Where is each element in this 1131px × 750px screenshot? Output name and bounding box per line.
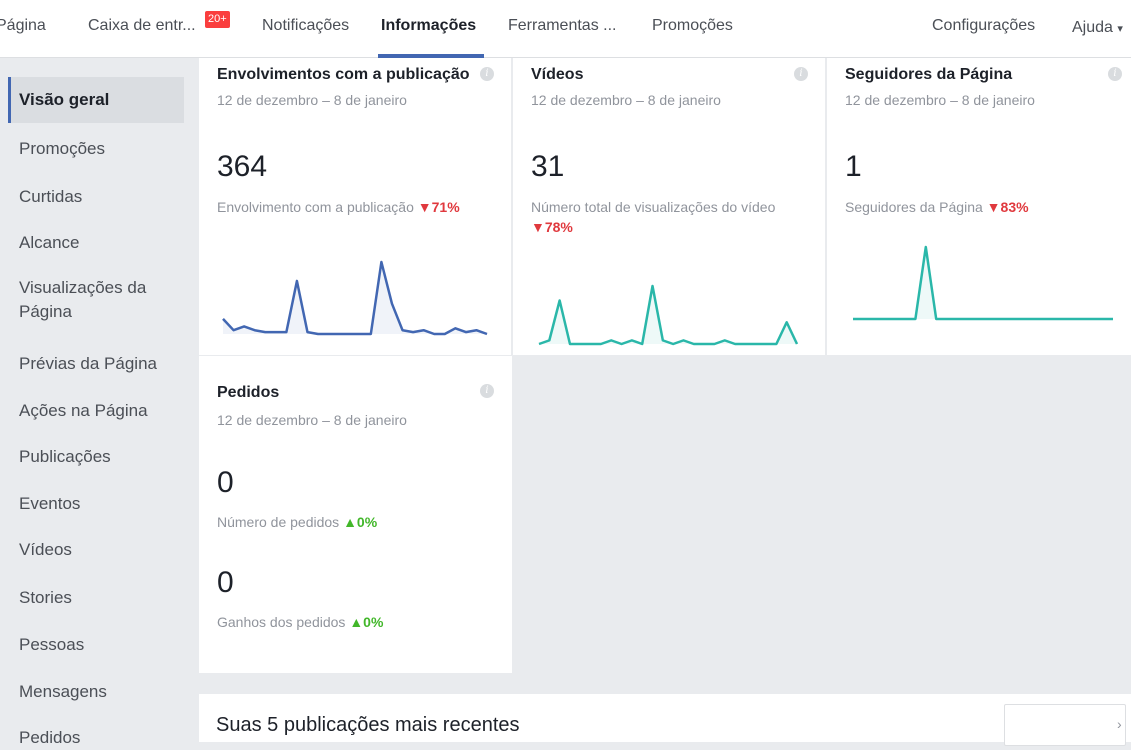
orders-card[interactable]: Pedidos i 12 de dezembro – 8 de janeiro … <box>199 356 512 673</box>
sparkline-line <box>222 260 488 336</box>
tab-pagina[interactable]: Página <box>0 17 46 35</box>
help-label: Ajuda <box>1072 19 1113 36</box>
orders-earnings-value: 0 <box>217 566 234 599</box>
sidebar-item-stories[interactable]: Stories <box>8 586 184 610</box>
tab-insights[interactable]: Informações <box>381 17 476 35</box>
metric-label-row: Seguidores da Página ▼83% <box>845 199 1029 215</box>
metric-delta: ▼83% <box>986 199 1029 215</box>
metric-value: 31 <box>531 150 565 183</box>
followers-card[interactable]: Seguidores da Página i 12 de dezembro – … <box>827 58 1131 355</box>
sidebar-item-orders[interactable]: Pedidos <box>8 726 184 750</box>
date-range: 12 de dezembro – 8 de janeiro <box>531 92 721 108</box>
sparkline-area <box>539 286 797 344</box>
metric-value: 364 <box>217 150 268 183</box>
help-caret-icon: ▾ <box>1117 23 1123 35</box>
metric-delta: ▼71% <box>417 199 460 215</box>
sidebar-item-videos[interactable]: Vídeos <box>8 538 184 562</box>
help-link[interactable]: Ajuda ▾ <box>1072 19 1123 37</box>
sparkline-area <box>853 247 1113 319</box>
sidebar-item-posts[interactable]: Publicações <box>8 445 184 469</box>
orders-earnings-row: Ganhos dos pedidos ▲0% <box>217 614 383 630</box>
metric-value: 1 <box>845 150 862 183</box>
orders-earnings-delta: ▲0% <box>349 614 384 630</box>
tab-promotions[interactable]: Promoções <box>652 17 733 35</box>
metric-delta: ▼78% <box>531 219 573 235</box>
sidebar-item-messages[interactable]: Mensagens <box>8 680 184 704</box>
info-icon[interactable]: i <box>794 67 808 81</box>
card-title: Pedidos <box>217 384 280 401</box>
orders-earnings-label: Ganhos dos pedidos <box>217 614 346 630</box>
sidebar-item-promotions[interactable]: Promoções <box>8 137 184 161</box>
date-range: 12 de dezembro – 8 de janeiro <box>217 412 407 428</box>
sidebar-item-page-previews[interactable]: Prévias da Página <box>8 352 184 376</box>
inbox-badge: 20+ <box>205 11 230 28</box>
settings-link[interactable]: Configurações <box>932 17 1035 35</box>
orders-count-row: Número de pedidos ▲0% <box>217 514 377 530</box>
sparkline-line <box>538 284 799 346</box>
sidebar-item-likes[interactable]: Curtidas <box>8 185 184 209</box>
info-icon[interactable]: i <box>480 67 494 81</box>
tab-notifications[interactable]: Notificações <box>262 17 349 35</box>
info-icon[interactable]: i <box>1108 67 1122 81</box>
followers-sparkline <box>853 245 1113 321</box>
sidebar-item-people[interactable]: Pessoas <box>8 633 184 657</box>
recent-posts-title: Suas 5 publicações mais recentes <box>216 714 520 736</box>
recent-posts-section: Suas 5 publicações mais recentes › <box>199 694 1131 746</box>
sparkline-line <box>853 245 1113 321</box>
tab-tools[interactable]: Ferramentas ... <box>508 17 616 35</box>
chevron-right-icon[interactable]: › <box>1117 716 1122 732</box>
engagement-card[interactable]: Envolvimentos com a publicação i 12 de d… <box>199 58 512 355</box>
recent-posts-filter[interactable] <box>1004 704 1126 746</box>
tab-inbox[interactable]: Caixa de entr... <box>88 17 196 35</box>
orders-count-label: Número de pedidos <box>217 514 340 530</box>
sparkline-area <box>223 262 487 334</box>
orders-count-value: 0 <box>217 466 234 499</box>
sidebar-item-page-actions[interactable]: Ações na Página <box>8 399 184 423</box>
videos-sparkline <box>538 284 799 346</box>
orders-count-delta: ▲0% <box>343 514 378 530</box>
metric-label: Envolvimento com a publicação <box>217 199 414 215</box>
info-icon[interactable]: i <box>480 384 494 398</box>
sidebar-item-page-views[interactable]: Visualizações da Página <box>8 276 158 324</box>
sidebar-item-reach[interactable]: Alcance <box>8 231 184 255</box>
insights-sidebar: Visão geral Promoções Curtidas Alcance V… <box>0 58 198 747</box>
metric-label-row: Envolvimento com a publicação ▼71% <box>217 199 460 215</box>
card-title: Envolvimentos com a publicação <box>217 66 470 83</box>
date-range: 12 de dezembro – 8 de janeiro <box>845 92 1035 108</box>
date-range: 12 de dezembro – 8 de janeiro <box>217 92 407 108</box>
engagement-sparkline <box>222 260 488 336</box>
sidebar-item-overview[interactable]: Visão geral <box>8 77 184 123</box>
metric-label: Seguidores da Página <box>845 199 983 215</box>
metric-label: Número total de visualizações do vídeo <box>531 199 776 215</box>
card-title: Seguidores da Página <box>845 66 1013 83</box>
sidebar-item-events[interactable]: Eventos <box>8 492 184 516</box>
card-title: Vídeos <box>531 66 584 83</box>
top-navigation: Página Caixa de entr... 20+ Notificações… <box>0 0 1131 58</box>
videos-card[interactable]: Vídeos i 12 de dezembro – 8 de janeiro 3… <box>513 58 826 355</box>
